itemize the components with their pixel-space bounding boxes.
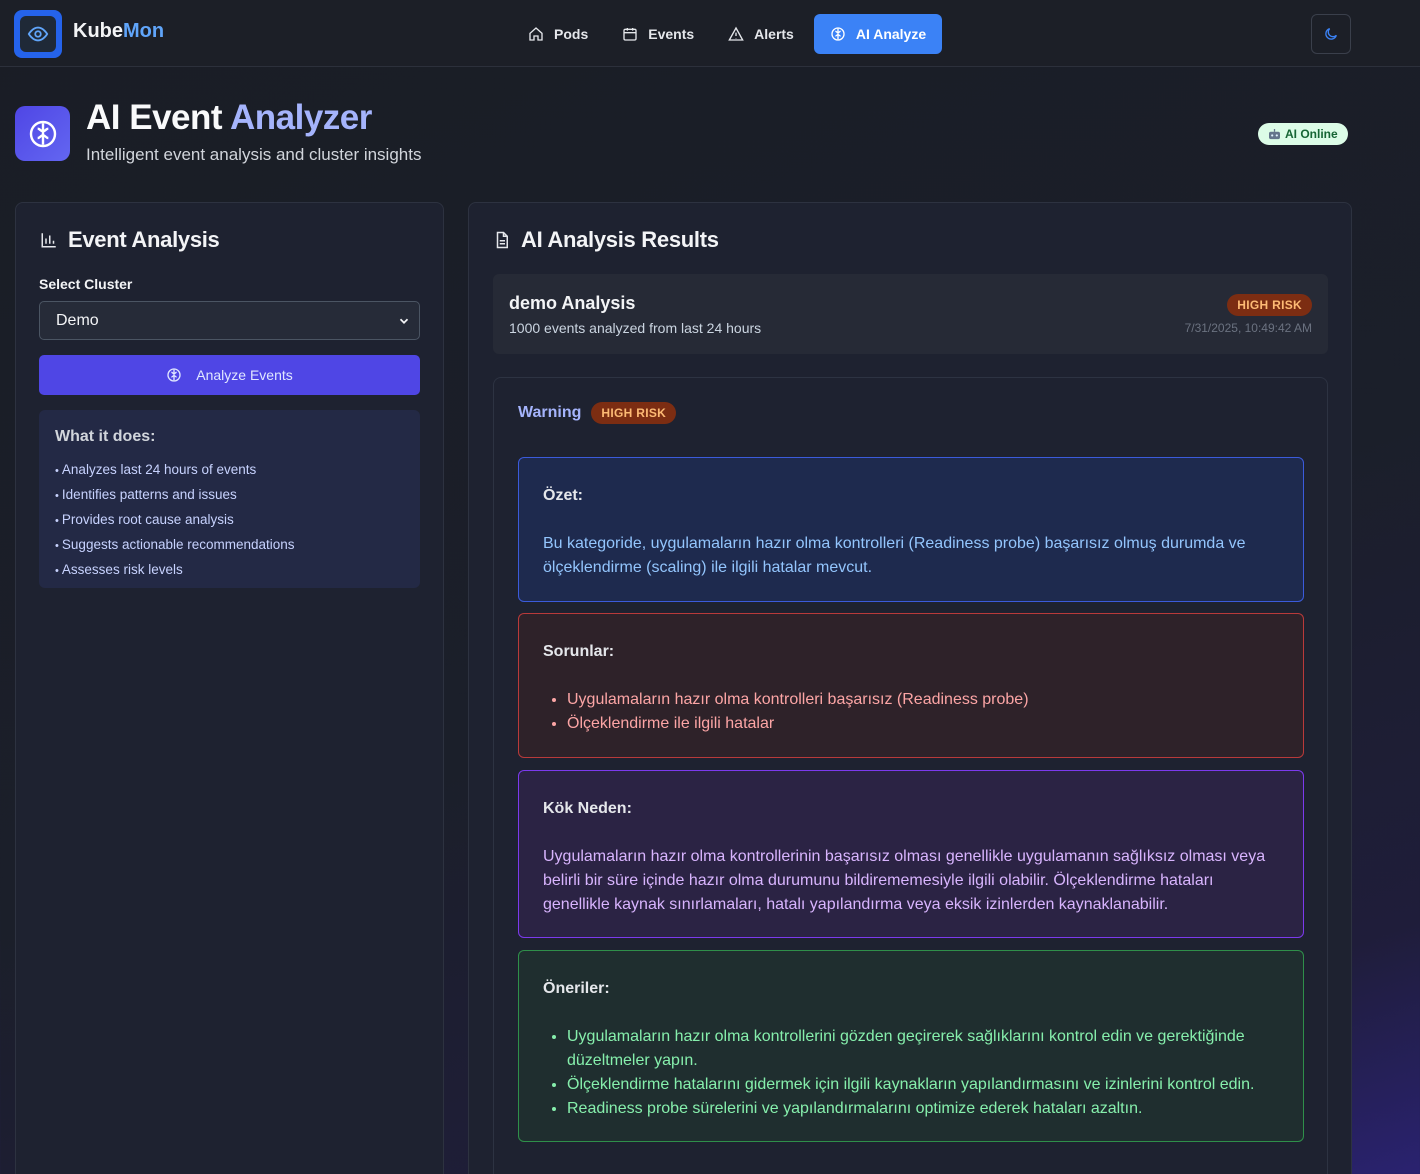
list-item: Identifies patterns and issues: [55, 483, 404, 508]
logo[interactable]: [14, 10, 62, 58]
brain-icon: [167, 368, 181, 382]
analysis-results-title: AI Analysis Results: [493, 227, 719, 253]
analysis-summary-card: demo Analysis 1000 events analyzed from …: [493, 274, 1328, 354]
nav-alerts[interactable]: Alerts: [714, 14, 808, 54]
list-item: Ölçeklendirme ile ilgili hatalar: [567, 712, 1279, 736]
nav-pods-label: Pods: [554, 26, 589, 42]
moon-icon: [1325, 28, 1337, 40]
nav-alerts-label: Alerts: [754, 26, 794, 42]
list-item: Uygulamaların hazır olma kontrollerini g…: [567, 1025, 1279, 1073]
warning-icon: [728, 26, 744, 41]
page-title: AI Event Analyzer: [86, 98, 372, 137]
analyze-events-button[interactable]: Analyze Events: [39, 355, 420, 395]
summary-title: demo Analysis: [509, 293, 636, 313]
event-analysis-panel: Event Analysis Select Cluster Demo Analy…: [15, 202, 444, 1174]
list-item: Analyzes last 24 hours of events: [55, 458, 404, 483]
severity-label: Warning: [518, 404, 582, 421]
calendar-icon: [623, 28, 637, 41]
list-item: Provides root cause analysis: [55, 508, 404, 533]
home-icon: [529, 27, 543, 41]
summary-section-text: Bu kategoride, uygulamaların hazır olma …: [543, 535, 1246, 576]
risk-badge: HIGH RISK: [1227, 294, 1312, 316]
brain-icon: [831, 27, 845, 41]
recommendations-section: Öneriler: Uygulamaların hazır olma kontr…: [518, 950, 1304, 1142]
list-item: Assesses risk levels: [55, 558, 404, 583]
list-item: Uygulamaların hazır olma kontrolleri baş…: [567, 688, 1279, 712]
page-subtitle: Intelligent event analysis and cluster i…: [86, 145, 422, 164]
root-cause-section-title: Kök Neden:: [543, 800, 632, 817]
analysis-results-panel: AI Analysis Results demo Analysis 1000 e…: [468, 202, 1352, 1174]
document-icon: [496, 231, 508, 249]
analyzer-icon-box: [15, 106, 70, 161]
nav-pods[interactable]: Pods: [514, 14, 602, 54]
issues-section-title: Sorunlar:: [543, 643, 615, 660]
brand-name[interactable]: KubeMon: [73, 20, 164, 43]
bar-chart-icon: [41, 233, 56, 248]
nav-events-label: Events: [648, 26, 695, 42]
brain-icon: [29, 120, 56, 147]
cluster-select-value: Demo: [56, 311, 99, 329]
nav-events[interactable]: Events: [608, 14, 708, 54]
main-nav: Pods Events Alerts AI Analyze: [514, 14, 943, 54]
recommendations-section-title: Öneriler:: [543, 980, 610, 997]
select-cluster-label: Select Cluster: [39, 276, 133, 292]
summary-timestamp: 7/31/2025, 10:49:42 AM: [1184, 321, 1312, 335]
eye-icon: [27, 26, 49, 42]
cluster-select[interactable]: Demo: [39, 301, 420, 340]
issues-section: Sorunlar: Uygulamaların hazır olma kontr…: [518, 613, 1304, 758]
severity-row: Warning HIGH RISK: [518, 402, 677, 424]
nav-ai-analyze-label: AI Analyze: [855, 26, 927, 42]
list-item: Suggests actionable recommendations: [55, 533, 404, 558]
summary-subtitle: 1000 events analyzed from last 24 hours: [509, 320, 762, 336]
event-analysis-title: Event Analysis: [40, 227, 220, 253]
summary-section: Özet: Bu kategoride, uygulamaların hazır…: [518, 457, 1304, 602]
list-item: Readiness probe sürelerini ve yapılandır…: [567, 1097, 1279, 1121]
root-cause-section: Kök Neden: Uygulamaların hazır olma kont…: [518, 770, 1304, 938]
nav-ai-analyze[interactable]: AI Analyze: [813, 14, 943, 54]
summary-section-title: Özet:: [543, 487, 583, 504]
analysis-detail-card: Warning HIGH RISK Özet: Bu kategoride, u…: [493, 377, 1328, 1174]
ai-status-badge: AI Online: [1258, 123, 1348, 145]
list-item: Ölçeklendirme hatalarını gidermek için i…: [567, 1073, 1279, 1097]
risk-badge: HIGH RISK: [591, 402, 677, 424]
top-navbar: KubeMon Pods Events Alerts AI Analyze: [0, 0, 1420, 67]
root-cause-section-text: Uygulamaların hazır olma kontrollerinin …: [543, 848, 1266, 913]
theme-toggle-button[interactable]: [1311, 14, 1351, 54]
chevron-down-icon: [399, 318, 409, 324]
what-it-does-box: What it does: Analyzes last 24 hours of …: [39, 410, 420, 588]
info-title: What it does:: [55, 428, 156, 445]
robot-icon: [1269, 128, 1280, 139]
